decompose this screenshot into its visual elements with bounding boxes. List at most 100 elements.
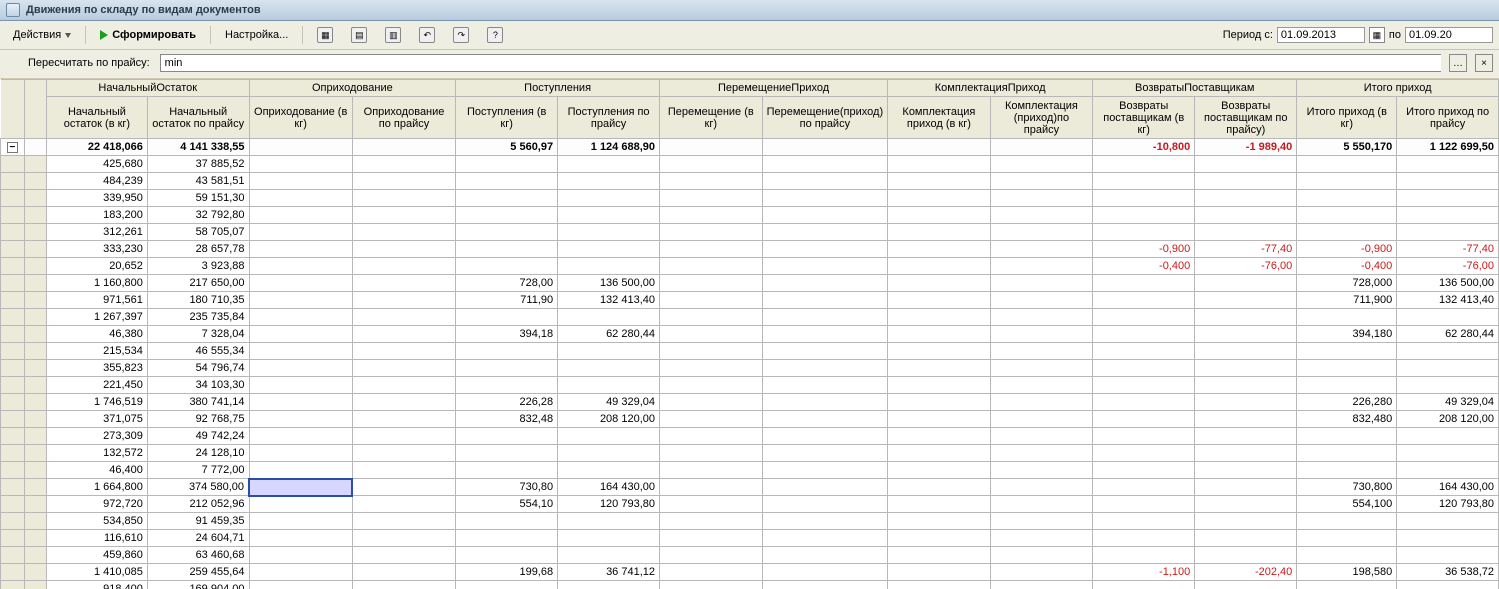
tree-cell[interactable] (1, 479, 25, 496)
data-cell[interactable]: 116,610 (46, 530, 147, 547)
help-button[interactable]: ? (480, 24, 510, 46)
data-cell[interactable] (249, 207, 352, 224)
data-cell[interactable] (1093, 394, 1195, 411)
tree-cell[interactable] (1, 547, 25, 564)
table-row[interactable]: 333,23028 657,78-0,900-77,40-0,900-77,40 (1, 241, 1499, 258)
data-cell[interactable] (1093, 581, 1195, 589)
data-cell[interactable]: 32 792,80 (147, 207, 249, 224)
data-cell[interactable]: 7 772,00 (147, 462, 249, 479)
data-cell[interactable] (558, 241, 660, 258)
data-cell[interactable]: 333,230 (46, 241, 147, 258)
data-cell[interactable] (352, 564, 455, 581)
table-row[interactable]: 339,95059 151,30 (1, 190, 1499, 207)
data-cell[interactable]: -10,800 (1093, 139, 1195, 156)
data-cell[interactable]: 235 735,84 (147, 309, 249, 326)
data-cell[interactable] (888, 445, 991, 462)
data-cell[interactable] (762, 173, 888, 190)
data-cell[interactable] (1195, 326, 1297, 343)
tree-cell[interactable] (1, 428, 25, 445)
data-cell[interactable]: 7 328,04 (147, 326, 249, 343)
data-cell[interactable] (762, 445, 888, 462)
data-cell[interactable] (990, 309, 1093, 326)
data-cell[interactable] (990, 411, 1093, 428)
data-cell[interactable]: -0,400 (1297, 258, 1397, 275)
data-cell[interactable] (558, 258, 660, 275)
data-cell[interactable] (990, 173, 1093, 190)
data-cell[interactable] (249, 275, 352, 292)
column-header[interactable]: Перемещение(приход) по прайсу (762, 97, 888, 139)
column-header[interactable]: Возвраты поставщикам (в кг) (1093, 97, 1195, 139)
data-cell[interactable]: 1 122 699,50 (1397, 139, 1499, 156)
data-cell[interactable] (456, 224, 558, 241)
tree-cell[interactable]: − (1, 139, 25, 156)
tree-cell[interactable] (24, 156, 46, 173)
data-cell[interactable] (1195, 530, 1297, 547)
data-cell[interactable]: 169 904,00 (147, 581, 249, 589)
data-cell[interactable] (762, 394, 888, 411)
data-cell[interactable] (888, 207, 991, 224)
data-cell[interactable] (990, 564, 1093, 581)
data-cell[interactable] (1297, 513, 1397, 530)
data-cell[interactable]: 49 329,04 (558, 394, 660, 411)
data-cell[interactable]: 49 742,24 (147, 428, 249, 445)
data-cell[interactable] (660, 428, 763, 445)
settings-button[interactable]: Настройка... (218, 26, 295, 44)
data-cell[interactable] (990, 258, 1093, 275)
data-cell[interactable] (352, 139, 455, 156)
data-cell[interactable]: 36 538,72 (1397, 564, 1499, 581)
tree-cell[interactable] (24, 241, 46, 258)
tree-cell[interactable] (1, 564, 25, 581)
data-cell[interactable] (888, 581, 991, 589)
data-cell[interactable] (1093, 292, 1195, 309)
data-cell[interactable] (456, 173, 558, 190)
data-cell[interactable]: 3 923,88 (147, 258, 249, 275)
tool-icon-3[interactable]: ▥ (378, 24, 408, 46)
data-cell[interactable] (888, 292, 991, 309)
table-row[interactable]: 215,53446 555,34 (1, 343, 1499, 360)
tool-icon-4[interactable]: ↶ (412, 24, 442, 46)
data-cell[interactable] (888, 530, 991, 547)
data-cell[interactable] (558, 377, 660, 394)
data-cell[interactable] (249, 343, 352, 360)
data-cell[interactable]: 1 267,397 (46, 309, 147, 326)
data-cell[interactable] (660, 326, 763, 343)
data-cell[interactable]: 459,860 (46, 547, 147, 564)
data-cell[interactable] (660, 377, 763, 394)
data-cell[interactable] (762, 411, 888, 428)
data-cell[interactable] (990, 360, 1093, 377)
data-cell[interactable]: 918,400 (46, 581, 147, 589)
data-cell[interactable] (1093, 343, 1195, 360)
data-cell[interactable] (1195, 479, 1297, 496)
data-cell[interactable] (762, 564, 888, 581)
pick-button[interactable]: … (1449, 54, 1467, 72)
tree-cell[interactable] (1, 360, 25, 377)
table-row[interactable]: 312,26158 705,07 (1, 224, 1499, 241)
data-cell[interactable] (1397, 530, 1499, 547)
data-cell[interactable] (352, 581, 455, 589)
table-row[interactable]: 221,45034 103,30 (1, 377, 1499, 394)
column-header[interactable]: Итого приход по прайсу (1397, 97, 1499, 139)
tree-cell[interactable] (24, 428, 46, 445)
table-row[interactable]: 355,82354 796,74 (1, 360, 1499, 377)
tree-cell[interactable] (24, 564, 46, 581)
data-cell[interactable] (352, 360, 455, 377)
data-cell[interactable]: 730,800 (1297, 479, 1397, 496)
data-cell[interactable] (1297, 445, 1397, 462)
data-cell[interactable] (352, 394, 455, 411)
data-cell[interactable] (762, 326, 888, 343)
data-cell[interactable]: -202,40 (1195, 564, 1297, 581)
table-row[interactable]: 425,68037 885,52 (1, 156, 1499, 173)
data-cell[interactable] (558, 207, 660, 224)
data-cell[interactable] (1195, 513, 1297, 530)
data-cell[interactable] (1093, 326, 1195, 343)
table-row[interactable]: 1 664,800374 580,00730,80164 430,00730,8… (1, 479, 1499, 496)
data-cell[interactable] (660, 224, 763, 241)
table-row[interactable]: 1 746,519380 741,14226,2849 329,04226,28… (1, 394, 1499, 411)
data-cell[interactable] (352, 445, 455, 462)
data-cell[interactable]: 208 120,00 (558, 411, 660, 428)
data-cell[interactable]: 728,00 (456, 275, 558, 292)
data-cell[interactable] (1195, 275, 1297, 292)
data-cell[interactable] (1195, 173, 1297, 190)
data-cell[interactable]: 120 793,80 (1397, 496, 1499, 513)
data-cell[interactable]: 394,18 (456, 326, 558, 343)
